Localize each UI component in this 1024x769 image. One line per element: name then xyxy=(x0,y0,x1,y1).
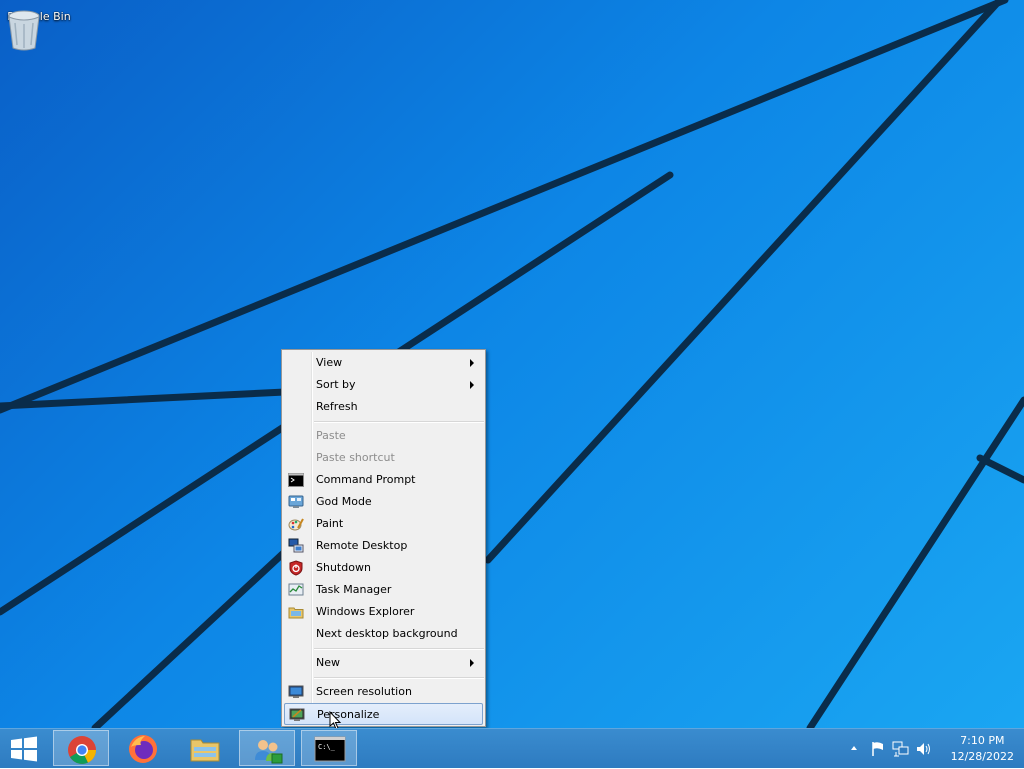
network-icon[interactable] xyxy=(892,741,910,757)
submenu-arrow-icon xyxy=(470,381,474,389)
menu-item-command-prompt[interactable]: Command Prompt xyxy=(284,469,483,491)
clock-date: 12/28/2022 xyxy=(950,750,1014,763)
taskbar-firefox-button[interactable] xyxy=(115,730,171,766)
menu-item-label: Refresh xyxy=(316,400,358,413)
menu-item-label: Paint xyxy=(316,517,344,530)
menu-item-god-mode[interactable]: God Mode xyxy=(284,491,483,513)
chrome-icon xyxy=(68,736,96,764)
recycle-bin[interactable]: Recycle Bin xyxy=(4,8,74,51)
menu-item-label: Shutdown xyxy=(316,561,371,574)
menu-item-shutdown[interactable]: Shutdown xyxy=(284,557,483,579)
volume-icon[interactable] xyxy=(916,741,932,757)
menu-item-refresh[interactable]: Refresh xyxy=(284,396,483,418)
command-prompt-icon: C:\_ xyxy=(314,736,346,762)
menu-item-label: Remote Desktop xyxy=(316,539,408,552)
menu-item-label: Task Manager xyxy=(316,583,392,596)
menu-item-paint[interactable]: Paint xyxy=(284,513,483,535)
desktop-context-menu: View Sort by Refresh Paste Paste shortcu… xyxy=(281,349,486,727)
menu-item-label: Sort by xyxy=(316,378,356,391)
menu-separator xyxy=(314,421,484,423)
menu-item-paste-shortcut: Paste shortcut xyxy=(284,447,483,469)
submenu-arrow-icon xyxy=(470,359,474,367)
menu-item-paste: Paste xyxy=(284,425,483,447)
flag-icon[interactable] xyxy=(870,741,886,757)
task-manager-icon xyxy=(288,583,304,596)
menu-item-new[interactable]: New xyxy=(284,652,483,674)
menu-item-label: Paste xyxy=(316,429,346,442)
firefox-icon xyxy=(129,735,157,763)
mouse-cursor-icon xyxy=(329,711,342,728)
wallpaper-lines xyxy=(0,0,1024,728)
clock[interactable]: 7:10 PM 12/28/2022 xyxy=(951,733,1014,765)
taskbar-command-prompt-button[interactable]: C:\_ xyxy=(301,730,357,766)
menu-item-label: Screen resolution xyxy=(316,685,412,698)
show-hidden-icons-icon[interactable] xyxy=(850,745,858,751)
recycle-bin-icon xyxy=(8,10,40,51)
windows-start-icon[interactable] xyxy=(8,736,40,762)
god-mode-icon xyxy=(288,495,304,508)
menu-item-label: Command Prompt xyxy=(316,473,416,486)
menu-item-next-desktop-background[interactable]: Next desktop background xyxy=(284,623,483,645)
remote-desktop-icon xyxy=(288,538,304,553)
users-icon xyxy=(255,740,283,764)
menu-separator xyxy=(314,648,484,650)
menu-item-task-manager[interactable]: Task Manager xyxy=(284,579,483,601)
windows-explorer-icon xyxy=(288,607,304,619)
taskbar: C:\_ 7:10 PM 12/28/2022 xyxy=(0,728,1024,768)
taskbar-chrome-button[interactable] xyxy=(53,730,109,766)
menu-item-view[interactable]: View xyxy=(284,352,483,374)
menu-item-label: New xyxy=(316,656,340,669)
taskbar-file-explorer-button[interactable] xyxy=(177,730,233,766)
system-tray: 7:10 PM 12/28/2022 xyxy=(834,729,1024,769)
shutdown-icon xyxy=(289,560,303,576)
desktop[interactable]: Recycle Bin View Sort by Refresh Paste P… xyxy=(0,0,1024,728)
menu-item-screen-resolution[interactable]: Screen resolution xyxy=(284,681,483,703)
personalize-icon xyxy=(289,708,305,721)
menu-item-label: God Mode xyxy=(316,495,372,508)
menu-item-windows-explorer[interactable]: Windows Explorer xyxy=(284,601,483,623)
command-prompt-icon xyxy=(288,473,304,487)
submenu-arrow-icon xyxy=(470,659,474,667)
taskbar-users-button[interactable] xyxy=(239,730,295,766)
svg-text:C:\_: C:\_ xyxy=(318,743,336,751)
menu-item-label: Personalize xyxy=(317,708,380,721)
file-explorer-icon xyxy=(190,739,220,762)
menu-item-label: Windows Explorer xyxy=(316,605,415,618)
menu-item-remote-desktop[interactable]: Remote Desktop xyxy=(284,535,483,557)
screen-resolution-icon xyxy=(288,685,304,698)
menu-item-label: Paste shortcut xyxy=(316,451,395,464)
menu-separator xyxy=(314,677,484,679)
menu-item-sort-by[interactable]: Sort by xyxy=(284,374,483,396)
clock-time: 7:10 PM xyxy=(960,734,1005,747)
menu-item-label: View xyxy=(316,356,343,369)
menu-item-personalize[interactable]: Personalize xyxy=(284,703,483,725)
menu-item-label: Next desktop background xyxy=(316,627,458,640)
paint-icon xyxy=(288,518,304,531)
